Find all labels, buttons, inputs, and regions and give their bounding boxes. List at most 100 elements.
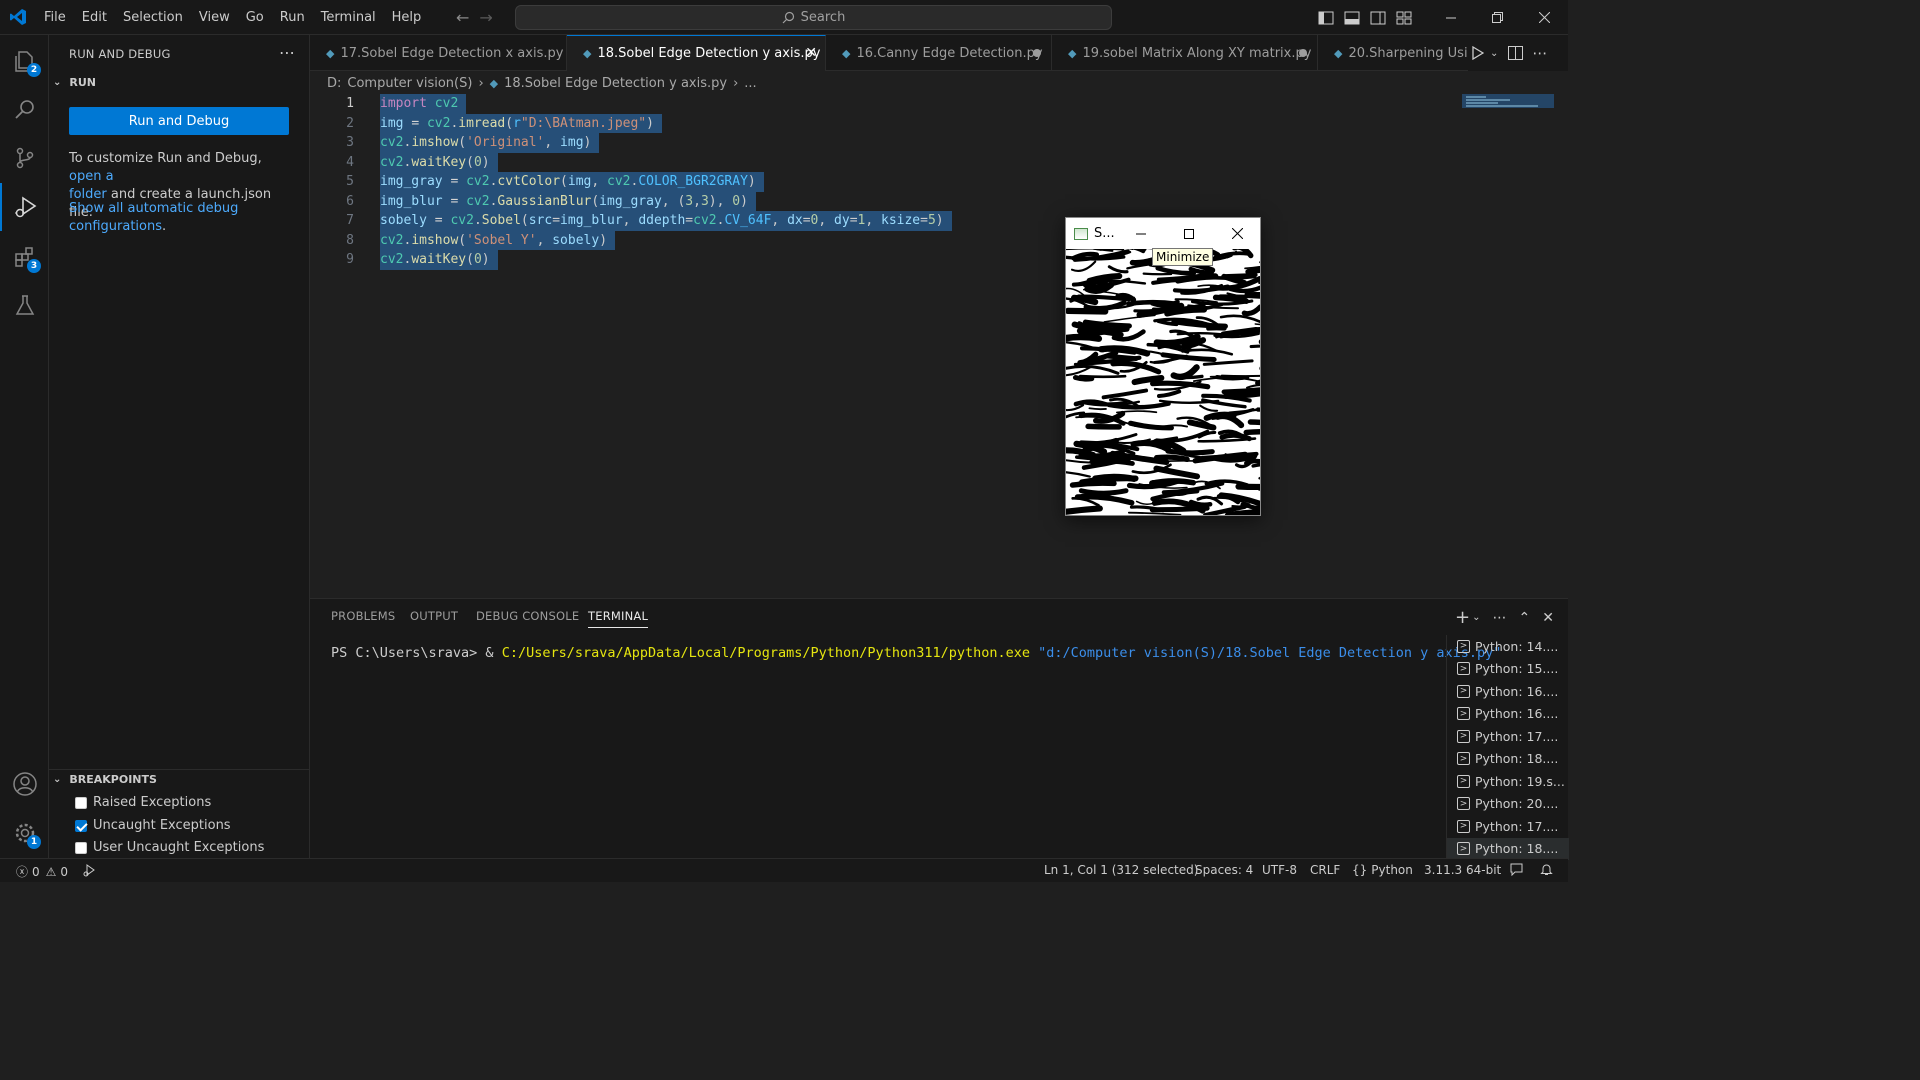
- tab-20-sharpening[interactable]: ◆ 20.Sharpening Usin: [1318, 35, 1468, 71]
- close-tab-icon[interactable]: ✕: [805, 45, 817, 61]
- maximize-panel-chevron-up-icon[interactable]: ⌃: [1519, 610, 1531, 626]
- terminal-instance[interactable]: > Python: 16....: [1447, 703, 1569, 726]
- language-mode[interactable]: {} Python: [1352, 863, 1413, 877]
- terminal-instance[interactable]: > Python: 18....: [1447, 748, 1569, 771]
- opencv-minimize-button[interactable]: [1117, 218, 1165, 249]
- tab-17-sobel-x[interactable]: ◆ 17.Sobel Edge Detection x axis.py: [310, 35, 567, 71]
- breadcrumb-file[interactable]: 18.Sobel Edge Detection y axis.py: [504, 76, 727, 91]
- explorer-icon[interactable]: 2: [0, 37, 49, 85]
- terminal-instance[interactable]: > Python: 15....: [1447, 658, 1569, 681]
- window-minimize-button[interactable]: [1427, 0, 1474, 35]
- debug-launch-icon[interactable]: [82, 863, 96, 877]
- terminal-instance[interactable]: > Python: 17....: [1447, 725, 1569, 748]
- accounts-icon[interactable]: [0, 760, 49, 808]
- breakpoints-section-header[interactable]: ⌄ BREAKPOINTS: [53, 773, 157, 786]
- menu-run[interactable]: Run: [272, 0, 313, 35]
- tab-problems[interactable]: PROBLEMS: [331, 609, 395, 623]
- breadcrumb-drive[interactable]: D:: [327, 76, 341, 91]
- run-and-debug-button[interactable]: Run and Debug: [69, 107, 289, 135]
- breakpoint-uncaught-exceptions[interactable]: Uncaught Exceptions: [75, 818, 231, 833]
- code-line[interactable]: cv2.waitKey(0): [380, 250, 498, 270]
- code-line[interactable]: sobely = cv2.Sobel(src=img_blur, ddepth=…: [380, 211, 952, 231]
- open-folder-link[interactable]: open a: [69, 169, 114, 184]
- notifications-bell-icon[interactable]: [1540, 863, 1553, 876]
- code-line[interactable]: import cv2: [380, 94, 467, 114]
- terminal-output-line[interactable]: PS C:\Users\srava> & C:/Users/srava/AppD…: [331, 645, 1501, 661]
- close-panel-icon[interactable]: ✕: [1542, 610, 1554, 626]
- terminal-dropdown-chevron-icon[interactable]: ⌄: [1472, 612, 1480, 623]
- cursor-position[interactable]: Ln 1, Col 1 (312 selected): [1044, 863, 1198, 877]
- search-view-icon[interactable]: [0, 85, 49, 133]
- breadcrumb-folder[interactable]: Computer vision(S): [347, 76, 472, 91]
- code-line[interactable]: img_gray = cv2.cvtColor(img, cv2.COLOR_B…: [380, 172, 764, 192]
- user-uncaught-exceptions-checkbox[interactable]: [75, 841, 87, 854]
- unsaved-dot-icon: [1299, 49, 1307, 57]
- opencv-maximize-button[interactable]: [1165, 218, 1213, 249]
- tab-terminal[interactable]: TERMINAL: [588, 609, 649, 628]
- editor-tabs: ◆ 17.Sobel Edge Detection x axis.py ◆ 18…: [310, 35, 1568, 71]
- editor-more-actions-icon[interactable]: ⋯: [1532, 44, 1547, 62]
- terminal-instance[interactable]: > Python: 19.s...: [1447, 770, 1569, 793]
- breakpoint-user-uncaught-exceptions[interactable]: User Uncaught Exceptions: [75, 840, 264, 855]
- raised-exceptions-checkbox[interactable]: [75, 796, 87, 809]
- show-debug-configs-link-2[interactable]: configurations: [69, 219, 162, 234]
- opencv-window-titlebar[interactable]: S...: [1066, 218, 1260, 249]
- problems-status[interactable]: ⓧ 0 ⚠ 0: [16, 863, 68, 880]
- terminal-instance[interactable]: > Python: 17....: [1447, 815, 1569, 838]
- breakpoint-raised-exceptions[interactable]: Raised Exceptions: [75, 795, 211, 810]
- source-control-icon[interactable]: [0, 134, 49, 182]
- menu-selection[interactable]: Selection: [115, 0, 191, 35]
- tab-19-sobel-matrix[interactable]: ◆ 19.sobel Matrix Along XY matrix.py: [1052, 35, 1318, 71]
- run-dropdown-chevron-icon[interactable]: ⌄: [1490, 48, 1498, 59]
- tab-debug-console[interactable]: DEBUG CONSOLE: [476, 609, 579, 623]
- run-python-file-icon[interactable]: [1468, 46, 1488, 60]
- customize-layout-icon[interactable]: [1391, 0, 1417, 35]
- code-line[interactable]: img = cv2.imread(r"D:\BAtman.jpeg"): [380, 113, 662, 133]
- python-interpreter[interactable]: 3.11.3 64-bit: [1424, 863, 1501, 877]
- menu-go[interactable]: Go: [238, 0, 272, 35]
- terminal-instance-active[interactable]: > Python: 18....: [1447, 837, 1569, 860]
- code-line[interactable]: cv2.imshow('Sobel Y', sobely): [380, 230, 616, 250]
- command-search-box[interactable]: Search: [515, 5, 1112, 30]
- indentation-status[interactable]: Spaces: 4: [1195, 863, 1253, 877]
- extensions-icon[interactable]: 3: [0, 233, 49, 281]
- menu-edit[interactable]: Edit: [74, 0, 115, 35]
- manage-gear-icon[interactable]: 1: [0, 809, 49, 857]
- testing-flask-icon[interactable]: [0, 281, 49, 329]
- tab-16-canny[interactable]: ◆ 16.Canny Edge Detection.py: [826, 35, 1052, 71]
- back-arrow-icon[interactable]: ←: [456, 8, 469, 27]
- split-editor-icon[interactable]: [1500, 46, 1530, 60]
- toggle-primary-sidebar-icon[interactable]: [1313, 0, 1339, 35]
- encoding-status[interactable]: UTF-8: [1262, 863, 1297, 877]
- run-and-debug-icon[interactable]: [0, 183, 49, 231]
- terminal-instance[interactable]: > Python: 14....: [1447, 635, 1569, 658]
- terminal-instance[interactable]: > Python: 16....: [1447, 680, 1569, 703]
- window-close-button[interactable]: [1521, 0, 1568, 35]
- more-actions-icon[interactable]: ⋯: [279, 43, 295, 62]
- minimap-slider[interactable]: [1462, 94, 1554, 108]
- feedback-icon[interactable]: [1510, 863, 1523, 876]
- opencv-close-button[interactable]: [1213, 218, 1261, 249]
- menu-terminal[interactable]: Terminal: [313, 0, 384, 35]
- uncaught-exceptions-checkbox[interactable]: [75, 819, 87, 832]
- eol-status[interactable]: CRLF: [1310, 863, 1340, 877]
- tab-18-sobel-y[interactable]: ◆ 18.Sobel Edge Detection y axis.py ✕: [567, 35, 826, 71]
- new-terminal-plus-icon[interactable]: +: [1455, 607, 1470, 628]
- run-section-header[interactable]: ⌄ RUN: [53, 76, 96, 89]
- menu-view[interactable]: View: [191, 0, 238, 35]
- terminal-instance[interactable]: > Python: 20....: [1447, 793, 1569, 816]
- show-debug-configs-link[interactable]: Show all automatic debug: [69, 201, 238, 216]
- toggle-secondary-sidebar-icon[interactable]: [1365, 0, 1391, 35]
- code-editor[interactable]: 1 import cv2 2 img = cv2.imread(r"D:\BAt…: [310, 94, 1568, 598]
- code-line[interactable]: cv2.imshow('Original', img): [380, 133, 600, 153]
- code-line[interactable]: img_blur = cv2.GaussianBlur(img_gray, (3…: [380, 191, 756, 211]
- code-line[interactable]: cv2.waitKey(0): [380, 152, 498, 172]
- tab-output[interactable]: OUTPUT: [410, 609, 458, 623]
- breadcrumb-symbol[interactable]: ...: [744, 76, 756, 91]
- toggle-panel-icon[interactable]: [1339, 0, 1365, 35]
- forward-arrow-icon[interactable]: →: [479, 8, 492, 27]
- menu-help[interactable]: Help: [384, 0, 430, 35]
- menu-file[interactable]: File: [36, 0, 74, 35]
- panel-more-actions-icon[interactable]: ⋯: [1493, 610, 1507, 626]
- window-restore-button[interactable]: [1474, 0, 1521, 35]
